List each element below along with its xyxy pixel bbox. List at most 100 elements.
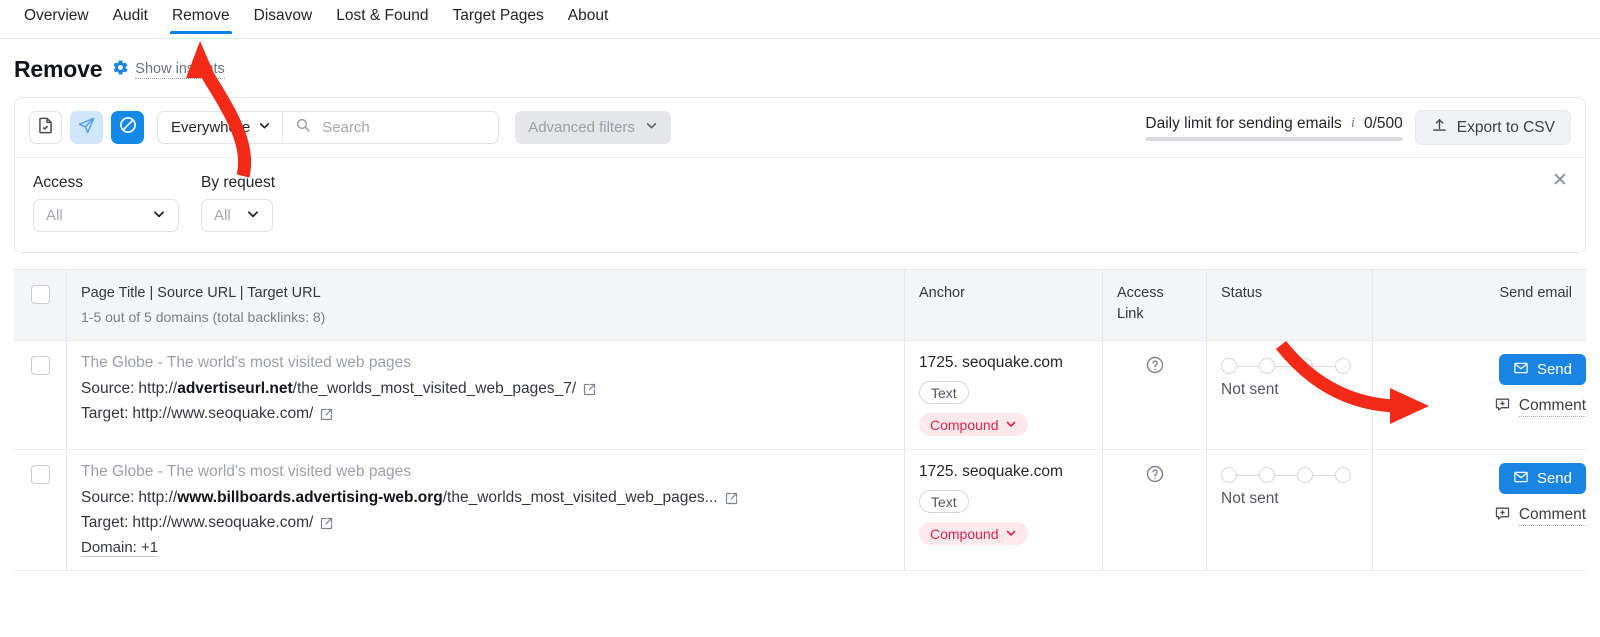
status-step-bar — [1275, 366, 1297, 368]
export-to-csv-button[interactable]: Export to CSV — [1415, 110, 1571, 145]
status-step-bar — [1313, 475, 1335, 477]
row-urls-cell: The Globe - The world's most visited web… — [66, 341, 904, 449]
row-status-text: Not sent — [1221, 490, 1358, 508]
row-domain-more-link[interactable]: Domain: +1 — [81, 539, 158, 557]
nav-item-about[interactable]: About — [556, 0, 621, 34]
document-check-icon-button[interactable] — [29, 111, 62, 144]
send-plane-icon — [77, 116, 96, 140]
column-header-access-line1: Access — [1117, 283, 1192, 304]
row-source-value[interactable]: http://www.billboards.advertising-web.or… — [138, 489, 717, 507]
send-plane-icon-button[interactable] — [70, 111, 103, 144]
search-field[interactable] — [283, 112, 498, 143]
chevron-down-icon — [246, 207, 260, 225]
table-result-count: 1-5 out of 5 domains (total backlinks: 8… — [81, 307, 890, 327]
filter-label-access: Access — [33, 174, 179, 192]
row-source-url: Source: http://www.billboards.advertisin… — [81, 489, 890, 507]
select-all-checkbox[interactable] — [31, 285, 50, 304]
add-comment-icon — [1494, 396, 1511, 418]
row-select-cell — [14, 341, 66, 449]
row-anchor-tag: Text — [919, 490, 969, 513]
nav-item-disavow[interactable]: Disavow — [242, 0, 325, 34]
search-input[interactable] — [320, 118, 486, 137]
send-button[interactable]: Send — [1499, 354, 1586, 385]
gear-icon — [112, 59, 129, 81]
nav-item-overview[interactable]: Overview — [12, 0, 101, 34]
row-source-value[interactable]: http://advertiseurl.net/the_worlds_most_… — [138, 380, 576, 398]
status-step-dot — [1335, 358, 1351, 374]
advanced-filters-label: Advanced filters — [528, 119, 635, 136]
show-insights-toggle[interactable]: Show insights — [112, 59, 224, 81]
toolbar: Everywhere Advanced filters — [15, 98, 1585, 157]
chevron-down-icon — [1005, 417, 1017, 433]
external-link-icon[interactable] — [724, 491, 739, 506]
page-header: Remove Show insights — [0, 39, 1600, 97]
question-mark-icon[interactable] — [1145, 464, 1165, 489]
filter-group-by-request: By request All — [201, 174, 275, 232]
row-anchor-type-dropdown[interactable]: Compound — [919, 522, 1028, 545]
row-checkbox[interactable] — [31, 356, 50, 375]
info-icon[interactable]: i — [1351, 115, 1355, 132]
nav-item-lost-and-found[interactable]: Lost & Found — [324, 0, 440, 34]
row-checkbox[interactable] — [31, 465, 50, 484]
envelope-icon — [1513, 469, 1529, 489]
page-title: Remove — [14, 56, 102, 83]
row-anchor-type-label: Compound — [930, 526, 999, 542]
row-target-url: Target: http://www.seoquake.com/ — [81, 514, 890, 532]
question-mark-icon[interactable] — [1145, 355, 1165, 380]
column-header-status: Status — [1206, 270, 1372, 340]
add-comment-icon — [1494, 505, 1511, 527]
filter-group-access: Access All — [33, 174, 179, 232]
comment-button[interactable]: Comment — [1494, 396, 1586, 418]
row-send-email-cell: Send Comment — [1372, 341, 1586, 449]
column-header-send-email: Send email — [1372, 270, 1586, 340]
row-send-email-cell: Send Comment — [1372, 450, 1586, 570]
show-insights-label: Show insights — [135, 61, 224, 79]
filter-select-access[interactable]: All — [33, 199, 179, 232]
external-link-icon[interactable] — [582, 382, 597, 397]
document-check-icon — [36, 116, 55, 140]
row-select-cell — [14, 450, 66, 570]
table-row: The Globe - The world's most visited web… — [14, 341, 1586, 450]
row-status-text: Not sent — [1221, 381, 1358, 399]
chevron-down-icon — [645, 119, 658, 136]
advanced-filters-dropdown[interactable]: Advanced filters — [515, 111, 671, 144]
row-status-cell: Not sent — [1206, 341, 1372, 449]
row-target-value[interactable]: http://www.seoquake.com/ — [132, 514, 313, 532]
status-step-dot — [1259, 358, 1275, 374]
row-anchor-text: 1725. seoquake.com — [919, 354, 1088, 372]
row-page-title: The Globe - The world's most visited web… — [81, 463, 890, 481]
nav-item-audit[interactable]: Audit — [101, 0, 160, 34]
status-step-bar — [1275, 475, 1297, 477]
row-access-link-cell — [1102, 341, 1206, 449]
row-anchor-text: 1725. seoquake.com — [919, 463, 1088, 481]
external-link-icon[interactable] — [319, 407, 334, 422]
row-anchor-cell: 1725. seoquake.com Text Compound — [904, 450, 1102, 570]
search-icon — [295, 117, 311, 138]
row-anchor-type-dropdown[interactable]: Compound — [919, 413, 1028, 436]
filter-select-by-request-value: All — [214, 207, 231, 224]
status-step-bar — [1313, 366, 1335, 368]
row-access-link-cell — [1102, 450, 1206, 570]
main-nav: Overview Audit Remove Disavow Lost & Fou… — [0, 0, 1600, 39]
status-stepper — [1221, 467, 1358, 483]
block-circle-icon — [118, 115, 138, 140]
envelope-icon — [1513, 360, 1529, 380]
block-circle-icon-button[interactable] — [111, 111, 144, 144]
close-icon[interactable]: ✕ — [1549, 169, 1571, 191]
nav-item-target-pages[interactable]: Target Pages — [440, 0, 555, 34]
send-button[interactable]: Send — [1499, 463, 1586, 494]
nav-item-remove[interactable]: Remove — [160, 0, 242, 34]
filter-select-access-value: All — [46, 207, 63, 224]
daily-limit-value: 0/500 — [1364, 115, 1403, 133]
row-page-title: The Globe - The world's most visited web… — [81, 354, 890, 372]
comment-button[interactable]: Comment — [1494, 505, 1586, 527]
scope-dropdown[interactable]: Everywhere — [158, 112, 283, 143]
chevron-down-icon — [152, 207, 166, 225]
daily-limit: Daily limit for sending emails i 0/500 — [1145, 115, 1402, 141]
row-target-label: Target: — [81, 514, 128, 532]
row-target-value[interactable]: http://www.seoquake.com/ — [132, 405, 313, 423]
external-link-icon[interactable] — [319, 516, 334, 531]
filter-select-by-request[interactable]: All — [201, 199, 273, 232]
filter-label-by-request: By request — [201, 174, 275, 192]
status-step-bar — [1237, 366, 1259, 368]
